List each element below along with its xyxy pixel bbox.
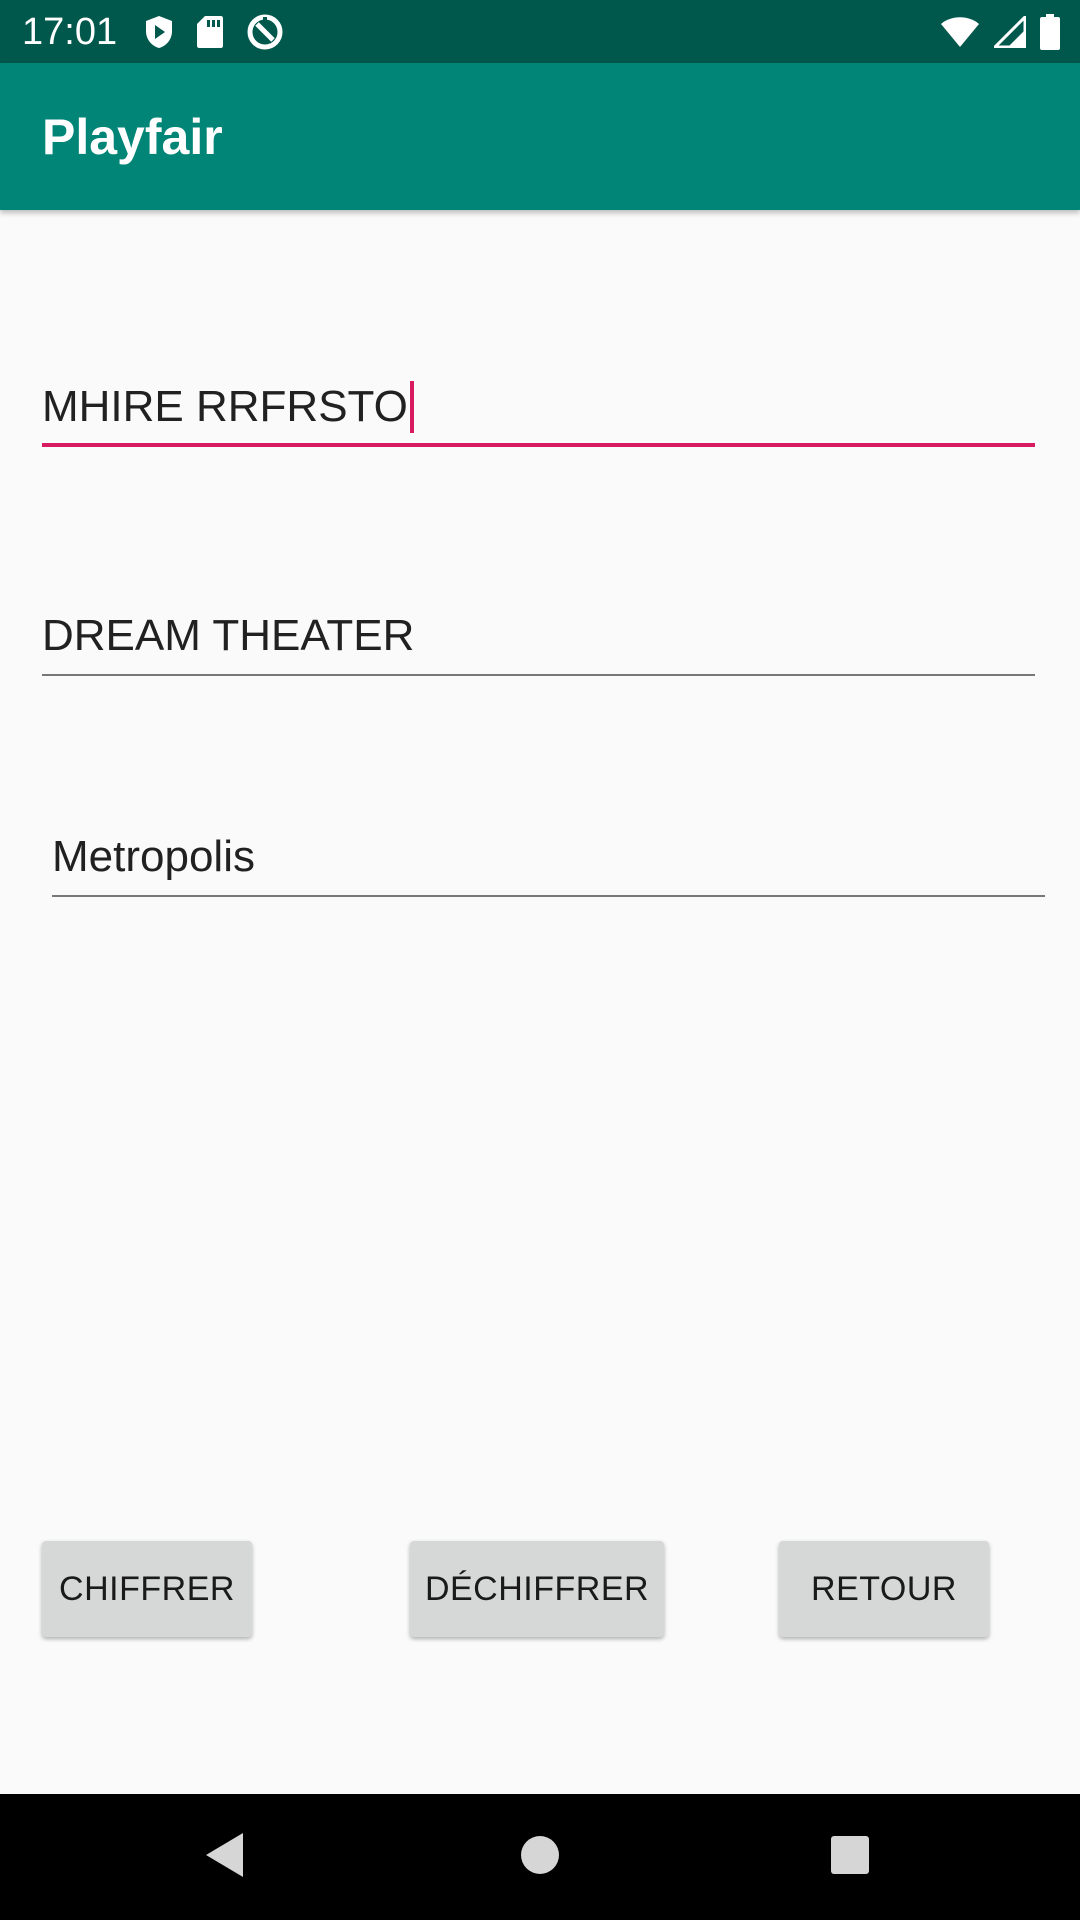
result-field-text: MHIRE RRFRSTO <box>42 382 408 431</box>
result-field-value-wrap: MHIRE RRFRSTO <box>42 381 414 433</box>
navigation-bar <box>0 1794 1080 1920</box>
cell-signal-icon <box>994 16 1026 48</box>
key-field[interactable]: DREAM THEATER <box>42 594 1035 676</box>
battery-icon <box>1040 14 1060 50</box>
result-field[interactable]: MHIRE RRFRSTO <box>42 363 1035 447</box>
back-button[interactable]: RETOUR <box>779 1541 989 1637</box>
nav-home-button[interactable] <box>495 1794 585 1920</box>
back-triangle-icon <box>205 1832 245 1883</box>
decrypt-button[interactable]: DÉCHIFFRER <box>410 1541 664 1637</box>
status-bar: 17:01 <box>0 0 1080 63</box>
message-field-text: Metropolis <box>52 832 255 881</box>
data-saver-icon <box>246 13 284 51</box>
app-bar: Playfair <box>0 63 1080 210</box>
text-cursor <box>409 381 414 433</box>
screen: 17:01 Playfair MHIRE RRFRSTO DREAM THEAT… <box>0 0 1080 1920</box>
home-circle-icon <box>520 1835 560 1880</box>
status-icons-left <box>144 13 284 51</box>
wifi-icon <box>940 16 980 48</box>
recents-square-icon <box>830 1835 870 1880</box>
key-field-text: DREAM THEATER <box>42 611 415 660</box>
nav-recents-button[interactable] <box>805 1794 895 1920</box>
status-icons-right <box>940 13 1060 51</box>
play-protect-icon <box>144 15 174 49</box>
sd-card-icon <box>196 15 224 49</box>
encrypt-button[interactable]: CHIFFRER <box>42 1541 252 1637</box>
message-field[interactable]: Metropolis <box>52 815 1045 897</box>
status-time: 17:01 <box>22 11 118 53</box>
nav-back-button[interactable] <box>180 1794 270 1920</box>
app-title: Playfair <box>42 109 223 165</box>
